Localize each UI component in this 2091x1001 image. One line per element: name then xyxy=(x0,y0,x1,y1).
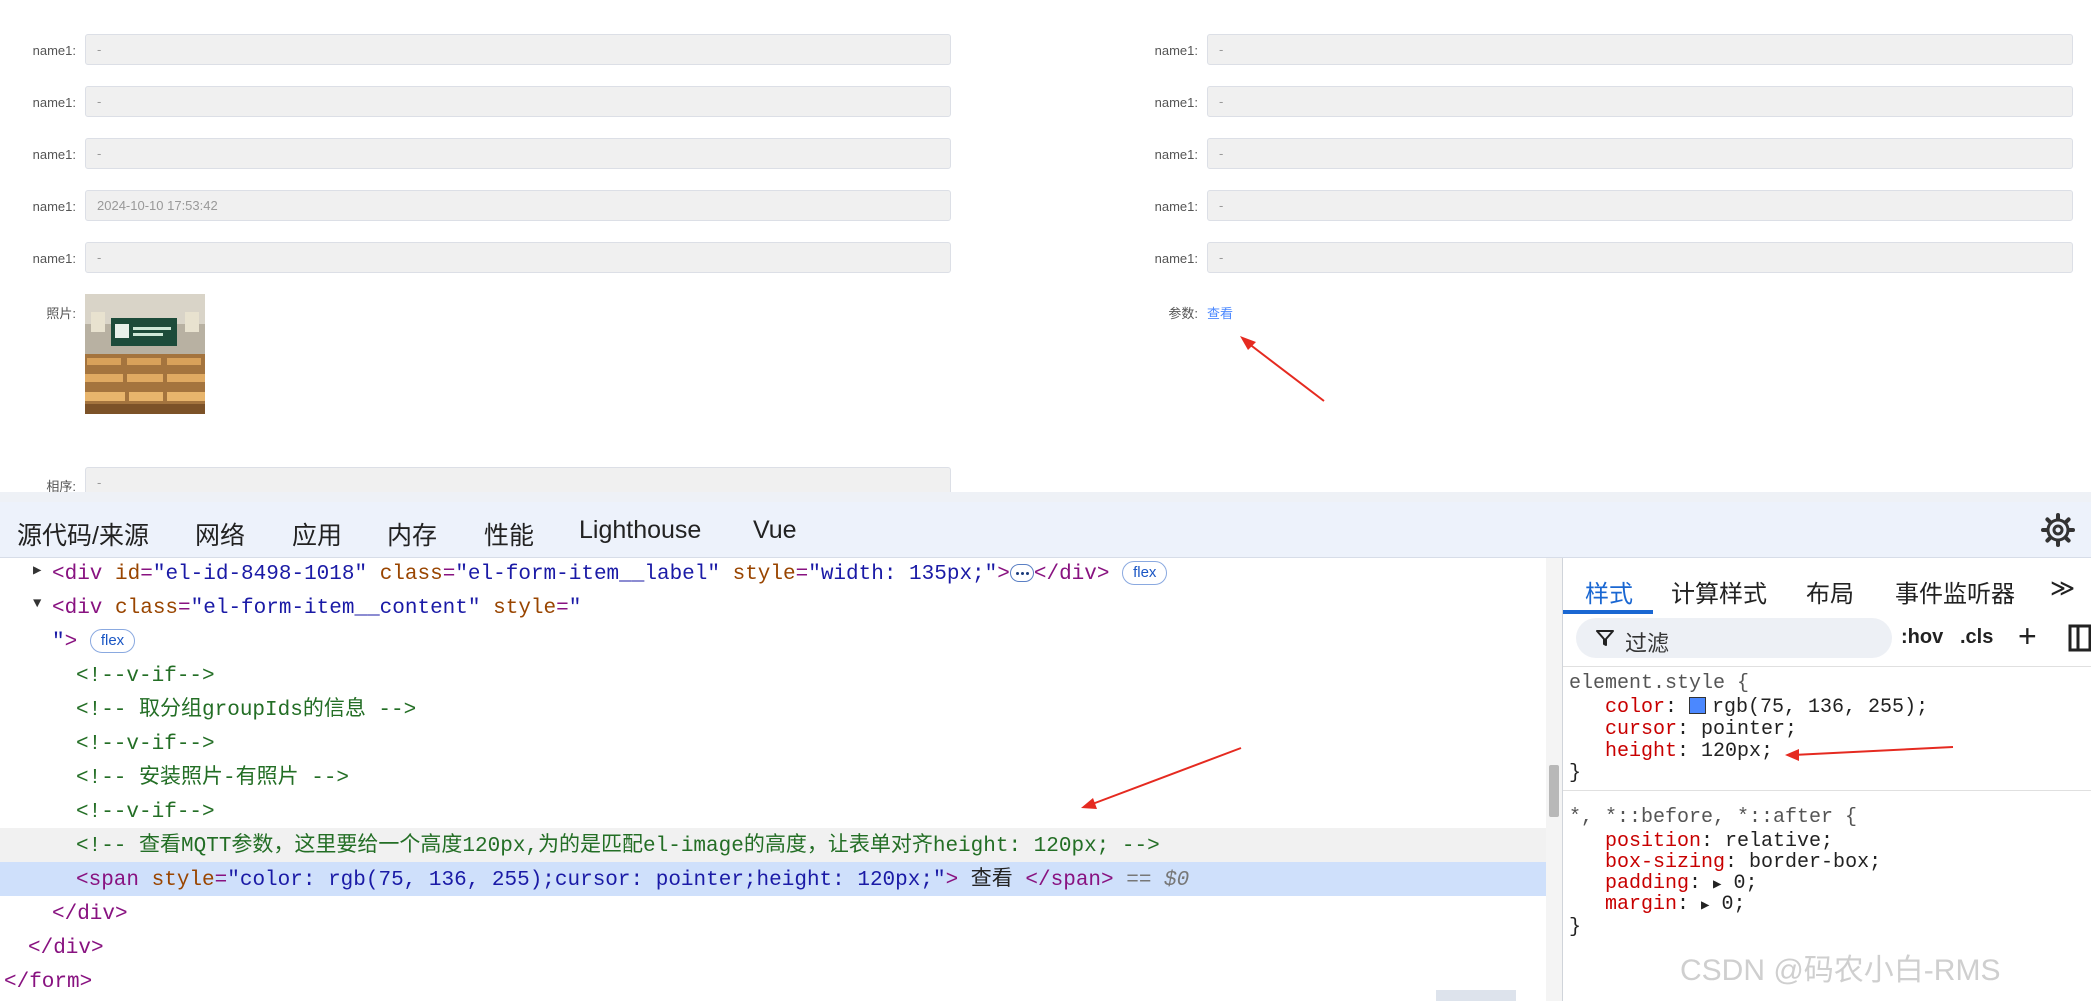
tab-memory[interactable]: 内存 xyxy=(387,516,437,552)
rule2-prop-padding[interactable]: padding: ▶ 0; xyxy=(1605,872,2091,895)
horizontal-scrollbar-thumb[interactable] xyxy=(1436,990,1516,1001)
dom-line-close-form[interactable]: </form> xyxy=(0,966,1546,1000)
photo-label: 照片: xyxy=(46,306,76,321)
classroom-photo[interactable] xyxy=(85,294,205,414)
right-input-3[interactable]: - xyxy=(1207,138,2073,169)
hov-toggle[interactable]: :hov xyxy=(1901,626,1943,649)
right-label-5: name1: xyxy=(1154,251,1198,266)
filter-placeholder: 过滤 xyxy=(1625,631,1670,656)
right-label-2: name1: xyxy=(1154,95,1198,110)
dom-comment-5[interactable]: <!--v-if--> xyxy=(0,796,1546,830)
red-arrow-annotation-2 xyxy=(1081,747,1242,809)
dom-comment-1[interactable]: <!--v-if--> xyxy=(0,660,1546,694)
view-params-link[interactable]: 查看 xyxy=(1207,303,1233,322)
dom-line-content-div-end[interactable]: "> flex xyxy=(0,626,1546,660)
right-label-1: name1: xyxy=(1154,43,1198,58)
order-input[interactable]: - xyxy=(85,467,951,492)
more-tabs-icon[interactable]: ≫ xyxy=(2050,574,2075,603)
left-label-2: name1: xyxy=(32,95,76,110)
styles-panel: 样式 计算样式 布局 事件监听器 ≫ 过滤 :hov .cls + elemen… xyxy=(1562,558,2091,1001)
order-label: 相序: xyxy=(46,479,76,492)
right-input-5[interactable]: - xyxy=(1207,242,2073,273)
elements-scrollbar-thumb[interactable] xyxy=(1549,765,1559,817)
left-label-1: name1: xyxy=(32,43,76,58)
filter-input[interactable] xyxy=(1576,618,1892,658)
rule2-prop-margin[interactable]: margin: ▶ 0; xyxy=(1605,893,2091,916)
right-input-2[interactable]: - xyxy=(1207,86,2073,117)
rule2-prop-box-sizing[interactable]: box-sizing: border-box; xyxy=(1605,851,2091,874)
classroom-photo-image xyxy=(85,294,205,414)
flex-badge-2[interactable]: flex xyxy=(89,629,136,654)
rule1-selector[interactable]: element.style { xyxy=(1569,672,2091,695)
cls-toggle[interactable]: .cls xyxy=(1960,626,1993,649)
styles-tabs: 样式 计算样式 布局 事件监听器 ≫ xyxy=(1563,558,2091,616)
rule1-prop-cursor[interactable]: cursor: pointer; xyxy=(1605,718,2091,741)
right-label-3: name1: xyxy=(1154,147,1198,162)
left-label-5: name1: xyxy=(32,251,76,266)
tab-network[interactable]: 网络 xyxy=(195,516,245,552)
rule2-prop-position[interactable]: position: relative; xyxy=(1605,830,2091,853)
dom-line-span[interactable]: <span style="color: rgb(75, 136, 255);cu… xyxy=(0,864,1546,898)
computed-sidebar-icon[interactable] xyxy=(2068,624,2091,652)
watermark: CSDN @码农小白-RMS xyxy=(1680,954,2001,987)
left-input-4[interactable]: 2024-10-10 17:53:42 xyxy=(85,190,951,221)
left-label-3: name1: xyxy=(32,147,76,162)
red-arrow-annotation-3 xyxy=(1785,746,1954,761)
tab-computed[interactable]: 计算样式 xyxy=(1671,574,1767,609)
color-swatch[interactable] xyxy=(1689,697,1707,714)
expand-padding-icon[interactable]: ▶ xyxy=(1713,877,1721,893)
right-input-4[interactable]: - xyxy=(1207,190,2073,221)
panel-divider xyxy=(0,492,2091,502)
left-input-1[interactable]: - xyxy=(85,34,951,65)
screen: name1: - name1: - name1: - name1: 2024-1… xyxy=(0,0,2091,1001)
rule-divider xyxy=(1563,666,2091,667)
rule1-prop-color[interactable]: color: rgb(75, 136, 255); xyxy=(1605,696,2091,719)
tab-sources[interactable]: 源代码/来源 xyxy=(17,516,149,552)
dom-line-close-div[interactable]: </div> xyxy=(0,898,1546,932)
tab-lighthouse[interactable]: Lighthouse xyxy=(579,516,701,545)
right-label-4: name1: xyxy=(1154,199,1198,214)
collapsed-ellipsis-icon[interactable] xyxy=(1009,564,1034,583)
rule2-close: } xyxy=(1569,916,1582,939)
elements-tree[interactable]: ▶ <div id="el-id-8498-1018" class="el-fo… xyxy=(0,558,1546,1001)
dom-comment-4[interactable]: <!-- 安装照片-有照片 --> xyxy=(0,762,1546,796)
expand-margin-icon[interactable]: ▶ xyxy=(1701,898,1709,914)
tab-vue[interactable]: Vue xyxy=(753,516,797,545)
left-label-4: name1: xyxy=(32,199,76,214)
rule-divider-2 xyxy=(1563,790,2091,791)
left-input-5[interactable]: - xyxy=(85,242,951,273)
filter-icon xyxy=(1596,630,1614,646)
new-rule-plus-icon[interactable]: + xyxy=(2018,618,2037,655)
right-input-1[interactable]: - xyxy=(1207,34,2073,65)
dom-comment-2[interactable]: <!-- 取分组groupIds的信息 --> xyxy=(0,694,1546,728)
active-tab-underline xyxy=(1563,610,1653,614)
flex-badge[interactable]: flex xyxy=(1122,561,1168,586)
left-input-3[interactable]: - xyxy=(85,138,951,169)
form-preview: name1: - name1: - name1: - name1: 2024-1… xyxy=(0,0,2091,492)
dom-comment-3[interactable]: <!--v-if--> xyxy=(0,728,1546,762)
dom-line-close-div-2[interactable]: </div> xyxy=(0,932,1546,966)
devtools-tabbar: 源代码/来源 网络 应用 内存 性能 Lighthouse Vue xyxy=(0,502,2091,558)
tab-styles[interactable]: 样式 xyxy=(1585,574,1633,609)
tab-performance[interactable]: 性能 xyxy=(484,516,534,552)
gear-icon[interactable] xyxy=(2040,512,2076,548)
left-input-2[interactable]: - xyxy=(85,86,951,117)
tab-event-listeners[interactable]: 事件监听器 xyxy=(1895,574,2015,609)
red-arrow-annotation-1 xyxy=(1240,336,1325,402)
tab-layout[interactable]: 布局 xyxy=(1806,574,1854,609)
dom-line-content-div[interactable]: <div class="el-form-item__content" style… xyxy=(0,592,1546,626)
dom-line-label-div[interactable]: <div id="el-id-8498-1018" class="el-form… xyxy=(0,558,1546,592)
param-label: 参数: xyxy=(1168,306,1198,321)
rule2-selector[interactable]: *, *::before, *::after { xyxy=(1569,806,2091,829)
dom-comment-6[interactable]: <!-- 查看MQTT参数，这里要给一个高度120px,为的是匹配el-imag… xyxy=(0,830,1546,864)
tab-application[interactable]: 应用 xyxy=(292,516,342,552)
